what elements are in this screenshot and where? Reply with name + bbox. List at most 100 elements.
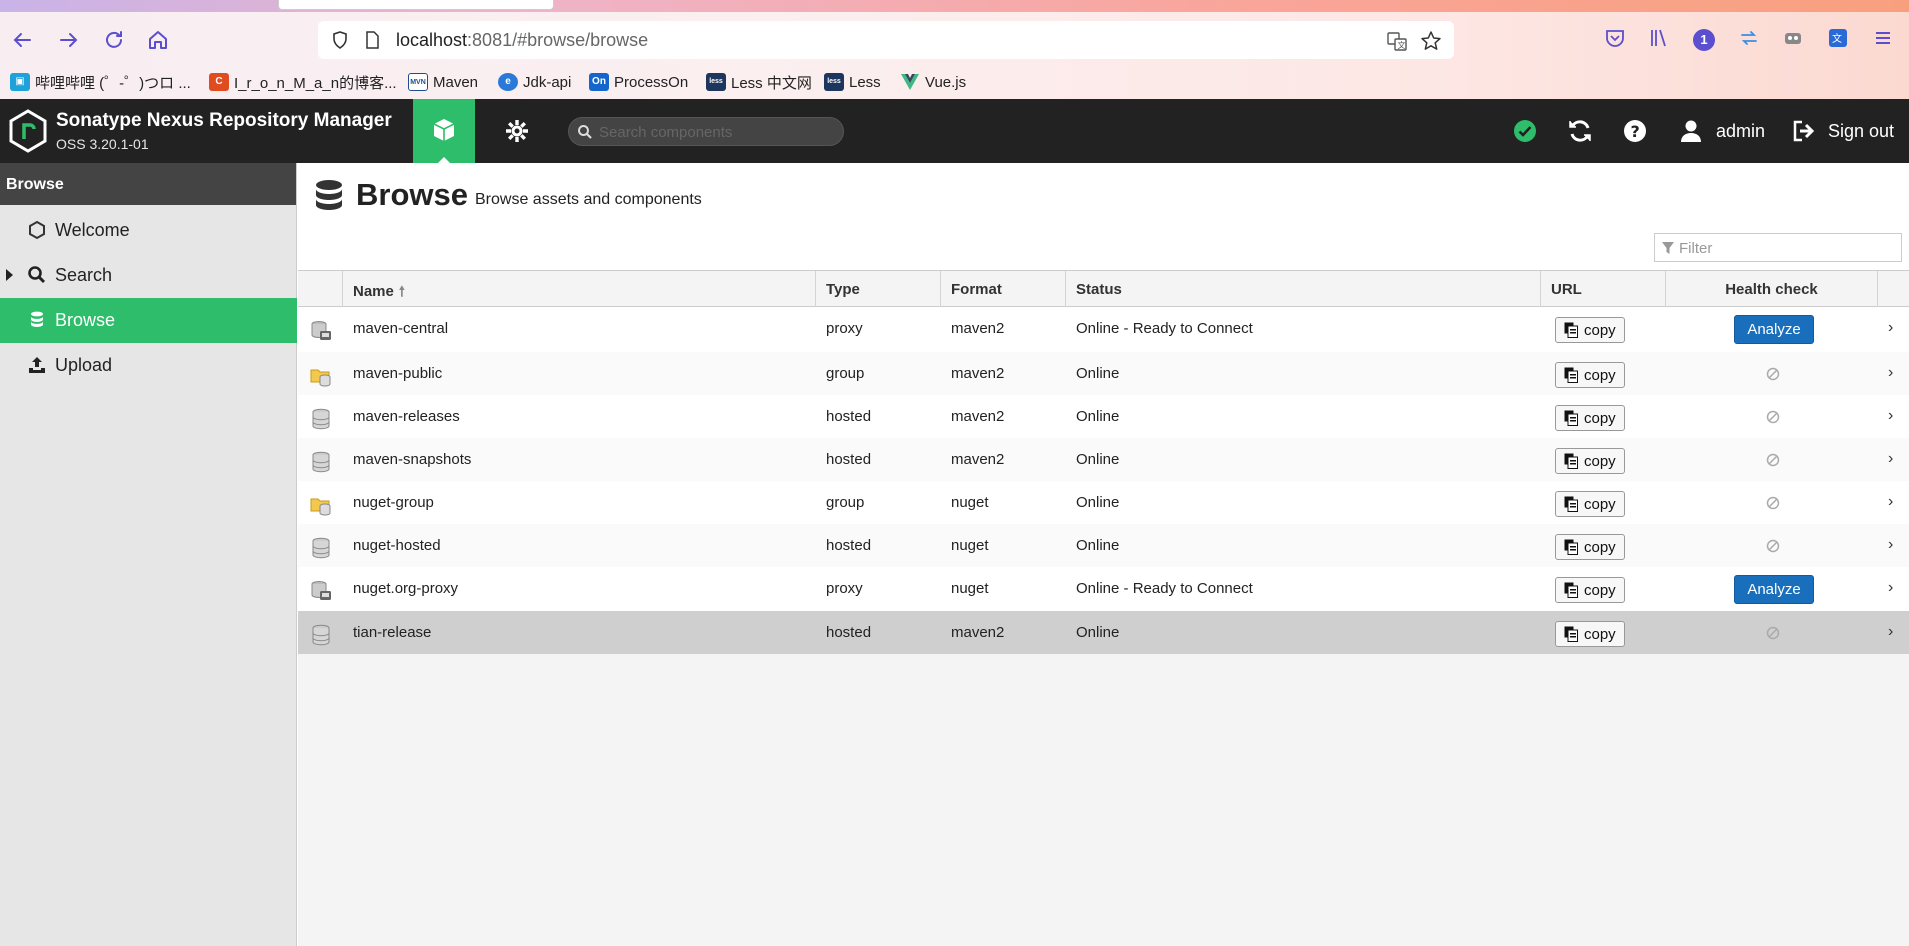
column-header-type[interactable]: Type: [816, 271, 941, 307]
system-status-icon[interactable]: [1513, 99, 1537, 163]
copy-url-button[interactable]: copy: [1555, 491, 1625, 517]
repository-name: nuget-hosted: [353, 537, 441, 554]
sign-out-label: Sign out: [1828, 120, 1895, 141]
pocket-icon[interactable]: [1602, 27, 1628, 53]
repository-format: maven2: [951, 624, 1005, 641]
nexus-logo-icon[interactable]: [8, 109, 48, 153]
shield-icon[interactable]: [330, 30, 350, 50]
sign-out-button[interactable]: Sign out: [1792, 99, 1894, 163]
home-icon[interactable]: [145, 27, 171, 53]
page-info-icon[interactable]: [362, 30, 382, 50]
copy-label: copy: [1584, 495, 1616, 513]
repository-type: hosted: [826, 408, 872, 425]
column-header-health-check[interactable]: Health check: [1666, 271, 1878, 307]
chevron-right-icon[interactable]: ›: [1888, 536, 1893, 554]
repository-type: group: [826, 365, 865, 382]
help-icon[interactable]: ?: [1623, 99, 1647, 163]
copy-url-button[interactable]: copy: [1555, 405, 1625, 431]
repository-type: proxy: [826, 580, 863, 597]
app-title: Sonatype Nexus Repository Manager: [56, 110, 392, 131]
user-icon: [1681, 120, 1701, 142]
browser-chrome: localhost:8081/#browse/browse 文 1 文 ▣ 哔哩…: [0, 0, 1909, 99]
copy-icon: [1564, 626, 1578, 642]
table-row[interactable]: nuget.org-proxy proxy nuget Online - Ready …: [298, 567, 1909, 611]
bookmarks-bar: ▣ 哔哩哔哩 (゜-゜)つロ ... C I_r_o_n_M_a_n的博客...…: [0, 70, 1909, 94]
table-row[interactable]: nuget-group group nuget Online copy ›: [298, 481, 1909, 524]
bookmark-vuejs[interactable]: Vue.js: [900, 70, 966, 94]
bookmark-less-cn[interactable]: less Less 中文网: [706, 70, 812, 94]
copy-label: copy: [1584, 366, 1616, 384]
analyze-button[interactable]: Analyze: [1734, 315, 1814, 344]
reload-icon[interactable]: [101, 27, 127, 53]
repository-format: nuget: [951, 537, 989, 554]
table-row[interactable]: nuget-hosted hosted nuget Online copy ›: [298, 524, 1909, 567]
copy-url-button[interactable]: copy: [1555, 362, 1625, 388]
repository-status: Online: [1076, 408, 1120, 425]
repository-type: hosted: [826, 451, 872, 468]
copy-url-button[interactable]: copy: [1555, 534, 1625, 560]
table-row[interactable]: maven-public group maven2 Online copy ›: [298, 352, 1909, 395]
notification-badge[interactable]: 1: [1693, 29, 1715, 51]
sidebar-item-upload[interactable]: Upload: [0, 343, 297, 388]
database-icon: [31, 311, 43, 327]
expand-arrow-icon[interactable]: [6, 269, 13, 281]
copy-url-button[interactable]: copy: [1555, 317, 1625, 343]
sync-icon[interactable]: [1736, 27, 1762, 53]
page-subtitle: Browse assets and components: [475, 191, 702, 208]
chevron-right-icon[interactable]: ›: [1888, 319, 1893, 337]
admin-mode-button[interactable]: [495, 99, 539, 163]
bookmark-label: Vue.js: [925, 73, 967, 91]
translate-extension-icon[interactable]: 文: [1825, 27, 1851, 53]
copy-url-button[interactable]: copy: [1555, 577, 1625, 603]
repository-hosted-icon: [310, 611, 334, 654]
menu-icon[interactable]: [1870, 27, 1896, 53]
grid-header: Name 🠕 Type Format Status URL Health chec…: [298, 270, 1909, 307]
chevron-right-icon[interactable]: ›: [1888, 450, 1893, 468]
chevron-right-icon[interactable]: ›: [1888, 623, 1893, 641]
analyze-button[interactable]: Analyze: [1734, 575, 1814, 604]
column-header-name[interactable]: Name 🠕: [343, 271, 816, 307]
search-components-input[interactable]: [599, 122, 835, 142]
search-components-box[interactable]: [568, 117, 844, 146]
refresh-icon[interactable]: [1567, 99, 1593, 163]
table-row[interactable]: tian-release hosted maven2 Online copy ›: [298, 611, 1909, 654]
library-icon[interactable]: [1646, 27, 1672, 53]
sidebar-item-welcome[interactable]: Welcome: [0, 208, 297, 253]
chevron-right-icon[interactable]: ›: [1888, 579, 1893, 597]
bookmark-csdn-blog[interactable]: C I_r_o_n_M_a_n的博客...: [209, 70, 397, 94]
browser-active-tab[interactable]: [278, 0, 554, 10]
column-header-url[interactable]: URL: [1541, 271, 1666, 307]
translate-icon[interactable]: 文: [1386, 30, 1407, 51]
column-header-format[interactable]: Format: [941, 271, 1066, 307]
table-row[interactable]: maven-snapshots hosted maven2 Online copy ›: [298, 438, 1909, 481]
chevron-right-icon[interactable]: ›: [1888, 407, 1893, 425]
repository-type: proxy: [826, 320, 863, 337]
table-row[interactable]: maven-central proxy maven2 Online - Ready t…: [298, 307, 1909, 352]
chevron-right-icon[interactable]: ›: [1888, 364, 1893, 382]
bookmark-maven[interactable]: MVN Maven: [408, 70, 478, 94]
bookmark-star-icon[interactable]: [1420, 30, 1441, 50]
cube-icon: [433, 119, 455, 141]
extension-icon[interactable]: [1780, 27, 1806, 53]
chevron-right-icon[interactable]: ›: [1888, 493, 1893, 511]
column-header-status[interactable]: Status: [1066, 271, 1541, 307]
address-bar[interactable]: localhost:8081/#browse/browse 文: [318, 21, 1454, 59]
repository-name: nuget-group: [353, 494, 434, 511]
bookmark-less[interactable]: less Less: [824, 70, 881, 94]
bookmark-jdk-api[interactable]: e Jdk-api: [498, 70, 571, 94]
sidebar-item-search[interactable]: Search: [0, 253, 297, 298]
forward-icon[interactable]: [55, 27, 81, 53]
filter-box[interactable]: [1654, 233, 1902, 262]
filter-input[interactable]: [1679, 238, 1897, 258]
bookmark-processon[interactable]: On ProcessOn: [589, 70, 688, 94]
url-text[interactable]: localhost:8081/#browse/browse: [396, 30, 648, 51]
table-row[interactable]: maven-releases hosted maven2 Online copy ›: [298, 395, 1909, 438]
copy-url-button[interactable]: copy: [1555, 621, 1625, 647]
back-icon[interactable]: [10, 27, 36, 53]
jdk-icon: e: [498, 73, 518, 91]
user-button[interactable]: admin: [1680, 99, 1765, 163]
browse-mode-button[interactable]: [413, 99, 475, 163]
copy-url-button[interactable]: copy: [1555, 448, 1625, 474]
bookmark-bilibili[interactable]: ▣ 哔哩哔哩 (゜-゜)つロ ...: [10, 70, 191, 94]
sidebar-item-browse[interactable]: Browse: [0, 298, 297, 343]
